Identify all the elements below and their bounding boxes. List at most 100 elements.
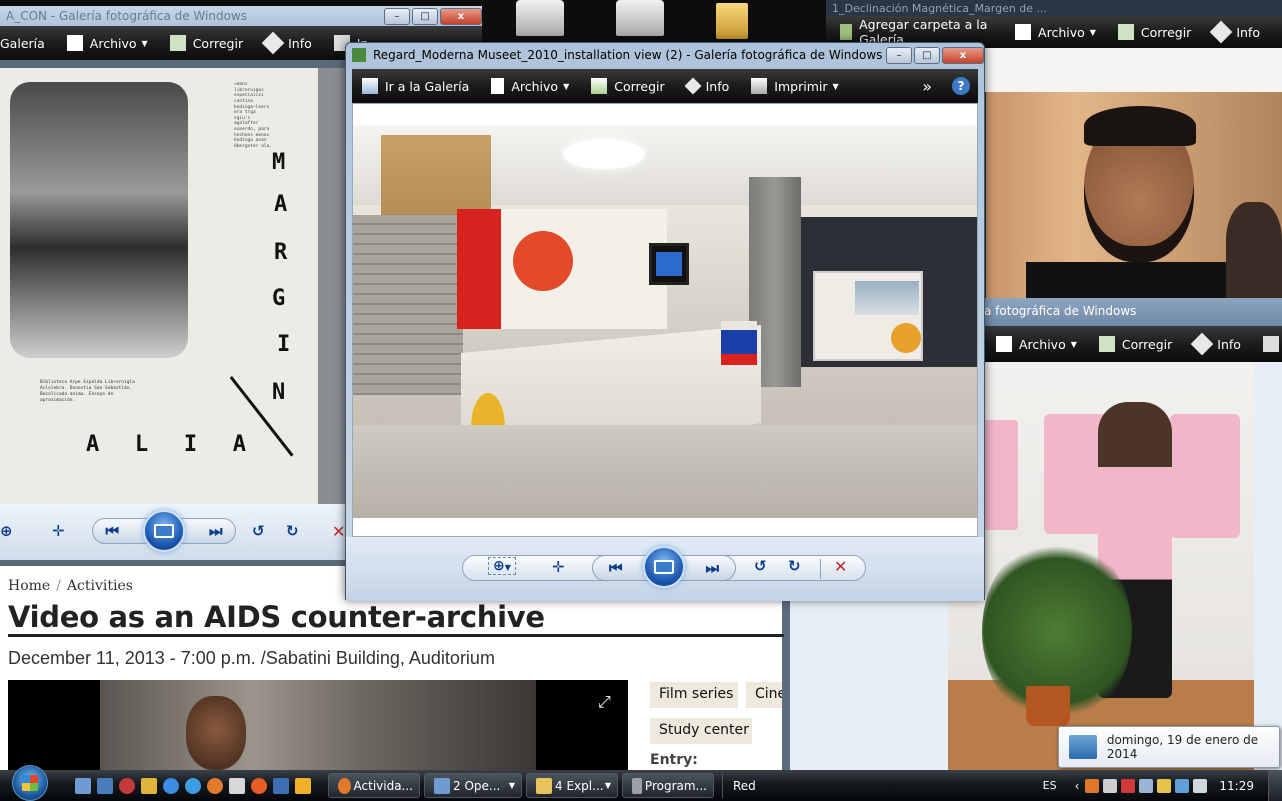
show-desktop-button[interactable] [1268,770,1282,801]
taskbar-task-explorer[interactable]: 4 Expl... ▼ [526,773,618,798]
close-button[interactable]: x [942,46,984,64]
close-button[interactable]: x [440,7,482,25]
menu-archivo[interactable]: Archivo ▼ [996,336,1077,352]
taskbar-task-firefox[interactable]: Activida... [328,773,420,798]
right-top-window-title: 1_Declinación Magnética_Margen de ... [832,1,1048,15]
desktop-icon-printer-2[interactable] [616,0,664,36]
add-folder-icon [840,24,853,40]
word-quicklaunch-icon[interactable] [273,777,289,794]
settings-quicklaunch-icon[interactable] [295,777,311,794]
page-title: Video as an AIDS counter-archive [8,600,545,634]
menu-info-label: Info [1236,24,1260,40]
delete-icon[interactable]: ✕ [834,557,847,576]
menu-corregir[interactable]: Corregir [1098,336,1172,352]
next-icon[interactable]: ⏭ [209,522,223,540]
menu-galeria[interactable]: Galería [0,36,45,51]
menu-info[interactable]: Info [261,31,312,55]
book-letter-g: G [272,286,286,311]
firefox-alt-quicklaunch-icon[interactable] [251,777,267,794]
tray-app3-icon[interactable] [1157,778,1172,793]
tray-security-icon[interactable] [1103,778,1118,793]
rotate-left-icon[interactable]: ↺ [754,557,767,575]
explorer-quicklaunch-icon[interactable] [75,777,91,794]
expand-icon[interactable]: ⤢ [598,692,611,712]
event-video[interactable]: ⤢ [8,680,628,770]
network-toolbar-label[interactable]: Red [733,779,756,793]
menu-corregir[interactable]: Corregir [169,35,243,51]
tag-study-center[interactable]: Study center [650,718,752,744]
delete-icon[interactable]: ✕ [332,522,345,541]
search-quicklaunch-icon[interactable] [185,777,201,794]
menu-ir-galeria[interactable]: Ir a la Galería [362,78,469,94]
fix-icon [169,35,186,51]
zoom-icon[interactable]: ⊕ [0,522,13,540]
clock[interactable]: 11:29 [1219,779,1254,793]
rotate-right-icon[interactable]: ↻ [286,522,299,540]
menu-archivo-label: Archivo [1038,24,1085,40]
portrait-photo [986,92,1282,298]
breadcrumb-home[interactable]: Home [8,578,50,594]
menu-archivo-label: Archivo [511,78,559,94]
next-icon[interactable]: ⏭ [705,559,719,577]
fit-icon[interactable]: ✛ [52,522,65,540]
show-hidden-icons-button[interactable]: ‹ [1075,779,1080,793]
menu-info[interactable]: Info [1190,332,1241,356]
taskbar-task-program[interactable]: Program... [622,773,714,798]
slideshow-button[interactable] [643,546,685,588]
installation-photo[interactable] [353,125,977,518]
previous-icon[interactable]: ⏮ [105,522,119,540]
menu-info[interactable]: Info [684,77,729,95]
more-commands-button[interactable]: » [922,77,932,96]
gallery-icon [362,78,378,94]
rotate-left-icon[interactable]: ↺ [252,522,265,540]
tray-app4-icon[interactable] [1175,778,1190,793]
menu-corregir[interactable]: Corregir [1117,24,1191,40]
menu-corregir[interactable]: Corregir [591,78,665,94]
file-icon [66,35,83,51]
ie-quicklaunch-icon[interactable] [163,777,179,794]
main-menubar: Ir a la Galería Archivo ▼ Corregir Info I… [352,69,978,103]
tag-film-series[interactable]: Film series [650,682,738,708]
red-stripe [457,209,501,329]
minimize-button[interactable]: – [886,46,912,64]
tray-volume-icon[interactable] [1193,778,1208,793]
main-window-title: Regard_Moderna Museet_2010_installation … [373,48,883,62]
minimize-button[interactable]: – [384,7,410,25]
menu-imprimir[interactable]: Imprimir ▼ [751,78,839,94]
monitor [649,243,689,285]
menu-archivo[interactable]: Archivo ▼ [1015,24,1096,40]
desktop-icon-folder[interactable] [716,3,748,39]
rotate-right-icon[interactable]: ↻ [788,557,801,575]
menu-archivo[interactable]: Archivo ▼ [491,78,569,94]
menu-imprimir[interactable]: I [1262,336,1282,352]
previous-icon[interactable]: ⏮ [609,559,623,577]
tshirt [1170,414,1240,538]
menu-corregir-label: Corregir [614,78,665,94]
calendar-icon [1069,735,1097,759]
maximize-button[interactable]: □ [914,46,940,64]
media-quicklaunch-icon[interactable] [141,777,157,794]
tag-cine[interactable]: Cine [746,682,782,708]
maximize-button[interactable]: □ [412,7,438,25]
menu-info[interactable]: Info [1210,20,1260,44]
desktop-quicklaunch-icon[interactable] [97,777,113,794]
app-quicklaunch-icon[interactable] [119,777,135,794]
breadcrumb-current[interactable]: Activities [67,578,133,594]
help-icon[interactable]: ? [952,77,970,95]
menu-archivo[interactable]: Archivo ▼ [66,35,148,51]
paint-quicklaunch-icon[interactable] [229,777,245,794]
language-indicator[interactable]: ES [1043,779,1057,792]
start-button[interactable] [12,764,48,801]
tray-app2-icon[interactable] [1121,778,1136,793]
taskbar-task-gallery[interactable]: 2 Ope... ▼ [424,773,522,798]
fit-to-window-icon[interactable]: ✛ [552,558,565,576]
zoom-icon[interactable]: ⊕▼ [488,557,516,575]
slideshow-button[interactable] [143,510,185,552]
tray-app-icon[interactable] [1085,778,1100,793]
task-label: Program... [644,778,707,793]
desktop-icon-printer-1[interactable] [516,0,564,36]
monitor-screen [656,252,682,276]
firefox-quicklaunch-icon[interactable] [207,777,223,794]
tray-network-icon[interactable] [1139,778,1154,793]
menu-archivo-label: Archivo [89,35,137,51]
